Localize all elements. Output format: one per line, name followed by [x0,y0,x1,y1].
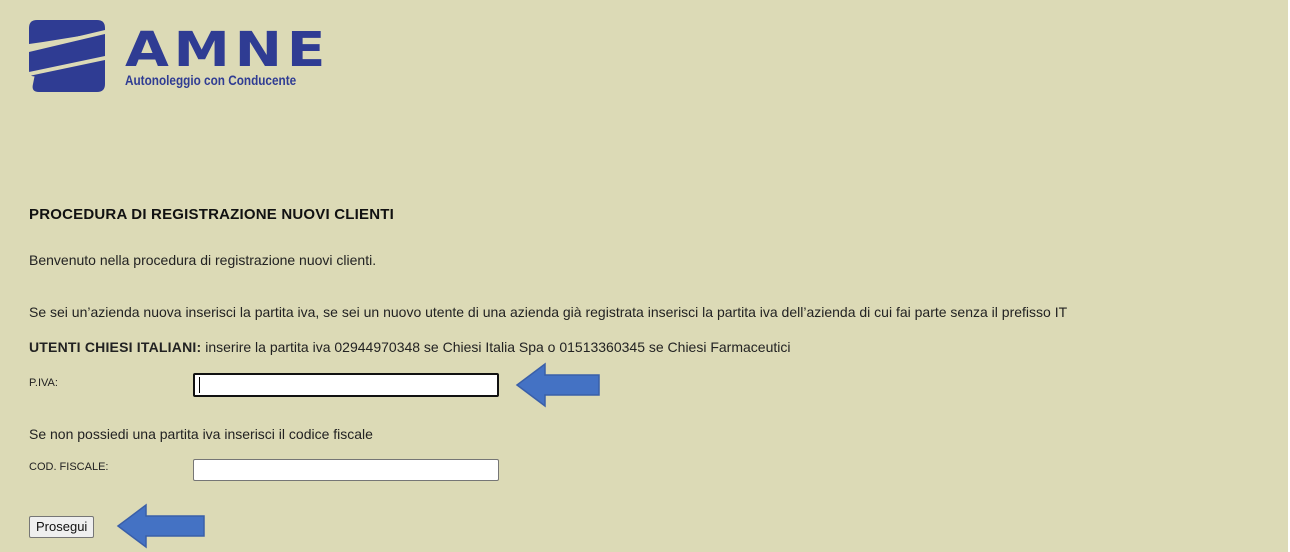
tax-code-note: Se non possiedi una partita iva inserisc… [29,426,373,442]
arrow-left-icon [515,362,600,408]
vat-instruction-text: Se sei un’azienda nuova inserisci la par… [29,304,1068,320]
tax-code-label: COD. FISCALE: [29,461,109,473]
chiesi-note: UTENTI CHIESI ITALIANI: inserire la part… [29,339,790,355]
tax-code-input[interactable] [193,459,499,481]
proceed-button[interactable]: Prosegui [29,516,95,538]
text-caret [199,377,200,393]
welcome-text: Benvenuto nella procedura di registrazio… [29,252,377,268]
chiesi-note-text: inserire la partita iva 02944970348 se C… [201,339,791,355]
logo-wordmark: AMNE [125,22,331,78]
amne-logo-mark [29,20,105,92]
chiesi-note-heading: UTENTI CHIESI ITALIANI: [29,339,202,355]
page-title: PROCEDURA DI REGISTRAZIONE NUOVI CLIENTI [29,206,394,223]
logo-tagline: Autonoleggio con Conducente [125,72,297,88]
amne-logo: AMNE Autonoleggio con Conducente [29,20,329,94]
piva-label: P.IVA: [29,377,58,389]
piva-input[interactable] [193,373,499,397]
arrow-left-icon [116,503,205,549]
